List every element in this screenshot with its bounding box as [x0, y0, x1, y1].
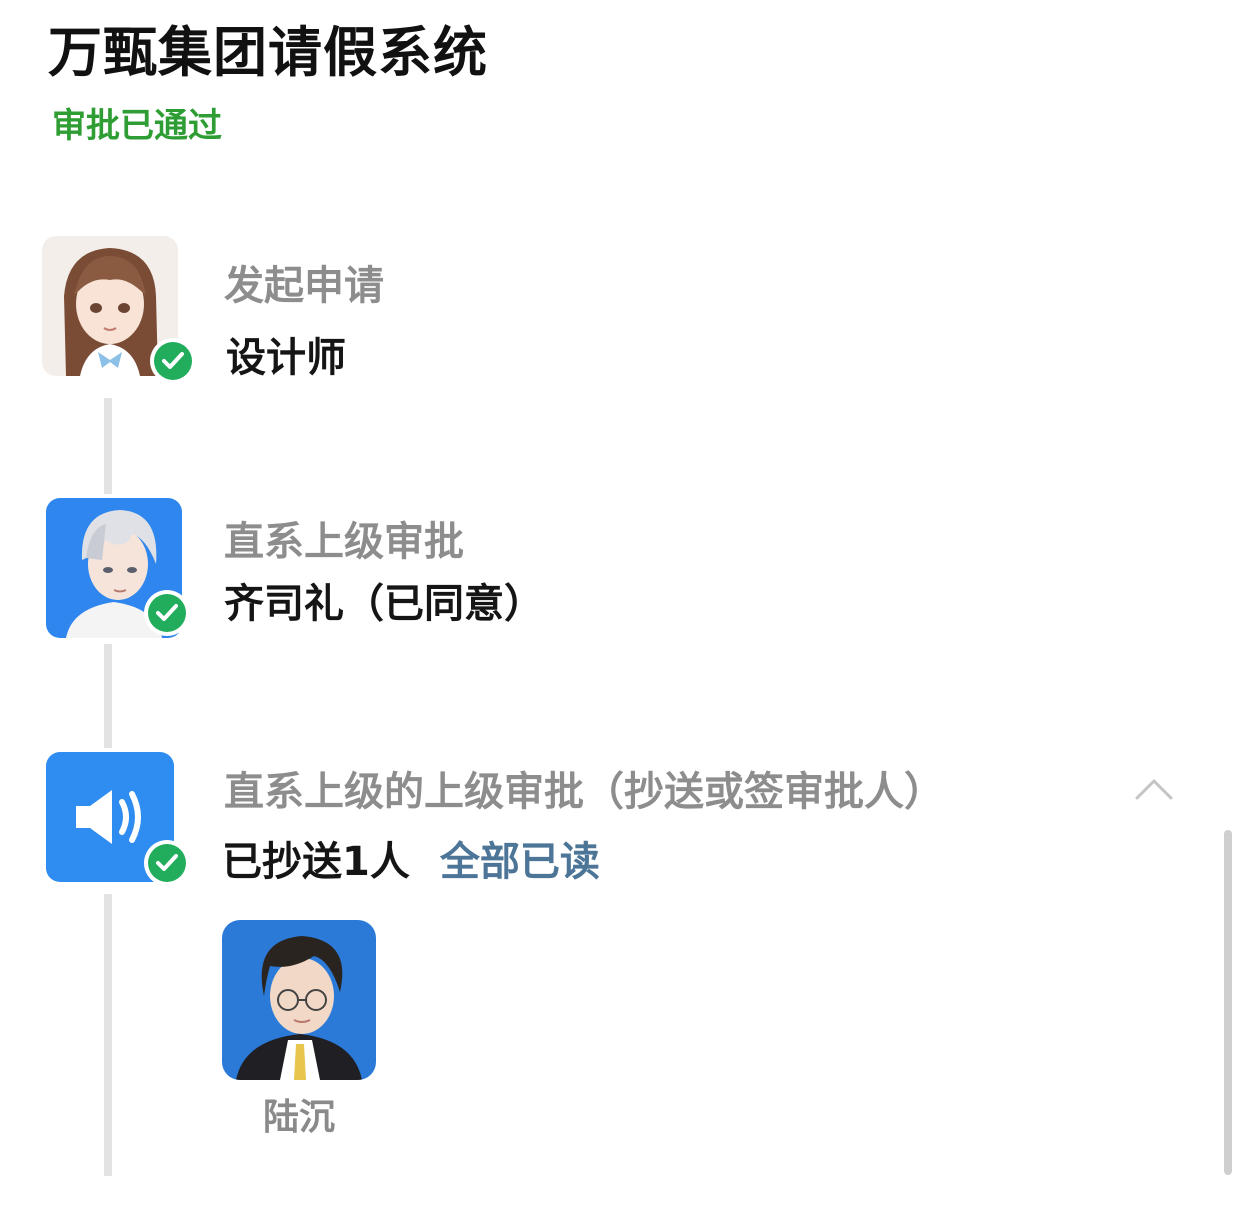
timeline-connector — [104, 894, 112, 1176]
timeline-connector — [104, 644, 112, 748]
page-title: 万甄集团请假系统 — [48, 21, 488, 84]
timeline-connector — [104, 398, 112, 494]
step-label: 发起申请 — [224, 263, 384, 309]
check-circle-icon — [150, 338, 196, 384]
chevron-up-icon[interactable] — [1134, 776, 1174, 806]
read-all-link[interactable]: 全部已读 — [440, 839, 600, 885]
step-value: 已抄送1人 全部已读 — [222, 836, 600, 888]
cc-count-text: 已抄送1人 — [222, 839, 410, 885]
male-avatar-glasses-icon[interactable] — [222, 920, 376, 1080]
scrollbar[interactable] — [1224, 830, 1232, 1175]
step-value: 齐司礼（已同意） — [224, 581, 544, 627]
step-label: 直系上级审批 — [224, 519, 464, 565]
step-label: 直系上级的上级审批（抄送或签审批人） — [224, 769, 944, 815]
cc-person-name: 陆沉 — [262, 1097, 335, 1138]
approval-status-text: 审批已通过 — [52, 106, 222, 146]
check-circle-icon — [144, 840, 190, 886]
step-value: 设计师 — [226, 335, 346, 381]
check-circle-icon — [144, 590, 190, 636]
